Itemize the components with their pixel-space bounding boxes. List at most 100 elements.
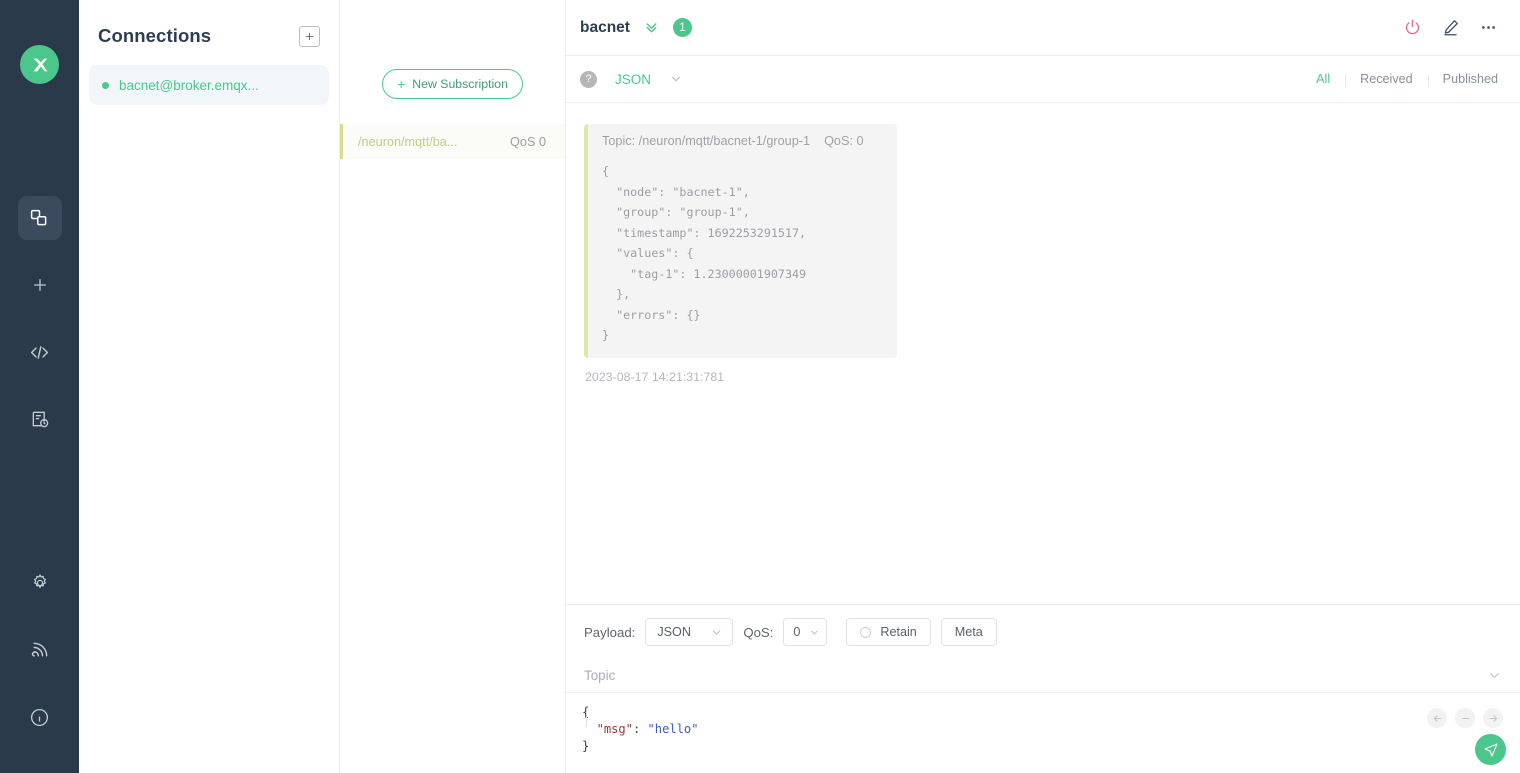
meta-button[interactable]: Meta — [941, 618, 997, 646]
arrow-right-icon — [1488, 713, 1499, 724]
send-message-button[interactable] — [1475, 734, 1506, 765]
payload-format-selected: JSON — [657, 625, 691, 639]
rail-primary-items — [0, 196, 79, 464]
more-options-button[interactable] — [1479, 18, 1498, 37]
chevron-down-icon[interactable] — [669, 72, 683, 86]
publish-topic-row — [566, 659, 1520, 693]
new-subscription-button[interactable]: + New Subscription — [382, 69, 523, 99]
rail-bottom-items — [0, 561, 79, 739]
indent-guide — [586, 710, 587, 727]
message-list: Topic: /neuron/mqtt/bacnet-1/group-1 QoS… — [566, 103, 1520, 604]
chevron-down-glyph — [669, 72, 683, 86]
gear-icon — [30, 573, 50, 593]
prev-button[interactable] — [1427, 708, 1447, 728]
connection-title: bacnet — [580, 19, 630, 37]
qos-select[interactable]: 0 — [783, 618, 827, 646]
collapse-chevron-icon[interactable] — [1487, 668, 1502, 683]
message-filters: All Received Published — [1301, 72, 1498, 86]
info-icon — [29, 707, 50, 728]
payload-label: Payload: — [584, 625, 635, 640]
code-icon — [29, 342, 50, 363]
status-dot — [102, 82, 109, 89]
editor-line-2: "msg": "hello" — [582, 721, 1520, 738]
plus-icon — [30, 275, 50, 295]
rail-item-connections[interactable] — [18, 196, 62, 240]
chevron-down-glyph — [1487, 668, 1502, 683]
retain-radio[interactable] — [860, 627, 871, 638]
connection-list: bacnet@broker.emqx... — [79, 56, 339, 105]
subscription-topic: /neuron/mqtt/ba... — [358, 135, 457, 149]
clear-button[interactable] — [1455, 708, 1475, 728]
connection-item-bacnet[interactable]: bacnet@broker.emqx... — [89, 65, 329, 105]
filter-all[interactable]: All — [1301, 72, 1345, 86]
main-header: bacnet 1 — [566, 0, 1520, 56]
message-timestamp: 2023-08-17 14:21:31:781 — [585, 370, 1520, 384]
edit-icon — [1441, 18, 1460, 37]
next-button[interactable] — [1483, 708, 1503, 728]
payload-format-value[interactable]: JSON — [615, 72, 651, 87]
mqttx-logo — [20, 45, 59, 84]
subscription-item[interactable]: /neuron/mqtt/ba... QoS 0 — [340, 124, 565, 159]
log-icon — [30, 409, 50, 429]
arrow-left-icon — [1432, 713, 1443, 724]
rail-item-log[interactable] — [18, 397, 62, 441]
power-icon — [1403, 18, 1422, 37]
editor-value: "hello" — [648, 722, 699, 736]
qos-selected: 0 — [793, 625, 800, 639]
editor-colon: : — [633, 722, 648, 736]
help-icon[interactable]: ? — [580, 71, 597, 88]
message-count-badge: 1 — [673, 18, 692, 37]
rail-item-script[interactable] — [18, 330, 62, 374]
main-panel: bacnet 1 — [566, 0, 1520, 773]
rss-icon — [30, 640, 50, 660]
filter-received[interactable]: Received — [1345, 72, 1428, 86]
retain-toggle[interactable]: Retain — [846, 618, 930, 646]
message-topic: Topic: /neuron/mqtt/bacnet-1/group-1 — [602, 134, 810, 148]
qos-label: QoS: — [743, 625, 773, 640]
topic-input[interactable] — [584, 668, 1487, 683]
editor-line-3: } — [582, 738, 1520, 755]
retain-label: Retain — [880, 625, 916, 639]
message-topic-line: Topic: /neuron/mqtt/bacnet-1/group-1 QoS… — [602, 134, 883, 148]
rail-item-new-connection[interactable] — [18, 263, 62, 307]
connection-name: bacnet@broker.emqx... — [119, 78, 259, 93]
editor-line-1: { — [582, 704, 1520, 721]
edit-connection-button[interactable] — [1441, 18, 1460, 37]
subscription-qos: QoS 0 — [510, 135, 546, 149]
mqttx-app: Connections bacnet@broker.emqx... + New … — [0, 0, 1520, 773]
editor-key: "msg" — [597, 722, 633, 736]
plus-icon: + — [397, 77, 405, 91]
message-qos: QoS: 0 — [824, 134, 864, 148]
minus-icon — [1460, 713, 1471, 724]
editor-nav-buttons — [1427, 708, 1503, 728]
header-actions — [1403, 18, 1498, 37]
rail-item-broadcast[interactable] — [18, 628, 62, 672]
chevron-down-icon — [809, 626, 820, 639]
chevron-double-down-icon[interactable] — [643, 19, 660, 36]
new-subscription-label: New Subscription — [412, 77, 508, 91]
message-payload: { "node": "bacnet-1", "group": "group-1"… — [602, 161, 883, 346]
more-icon — [1479, 18, 1498, 37]
send-icon — [1483, 742, 1499, 758]
publish-options-row: Payload: JSON QoS: 0 Retain Meta — [566, 605, 1520, 659]
chevron-double-down-glyph — [643, 19, 660, 36]
left-rail — [0, 0, 79, 773]
mqttx-logo-mark — [29, 54, 51, 76]
page-title: Connections — [98, 25, 211, 47]
payload-format-select[interactable]: JSON — [645, 618, 733, 646]
publish-panel: Payload: JSON QoS: 0 Retain Meta — [566, 604, 1520, 773]
windows-icon — [29, 208, 50, 229]
subscriptions-panel: + New Subscription /neuron/mqtt/ba... Qo… — [340, 0, 566, 773]
rail-item-about[interactable] — [18, 695, 62, 739]
disconnect-button[interactable] — [1403, 18, 1422, 37]
rail-item-settings[interactable] — [18, 561, 62, 605]
add-connection-button[interactable] — [299, 26, 320, 47]
connections-header: Connections — [79, 0, 339, 56]
filter-published[interactable]: Published — [1428, 72, 1498, 86]
chevron-down-icon — [710, 626, 723, 639]
connections-panel: Connections bacnet@broker.emqx... — [79, 0, 340, 773]
message-item[interactable]: Topic: /neuron/mqtt/bacnet-1/group-1 QoS… — [584, 124, 897, 358]
plus-icon — [304, 31, 315, 42]
publish-editor[interactable]: { "msg": "hello" } — [566, 693, 1520, 773]
message-toolbar: ? JSON All Received Published — [566, 56, 1520, 103]
